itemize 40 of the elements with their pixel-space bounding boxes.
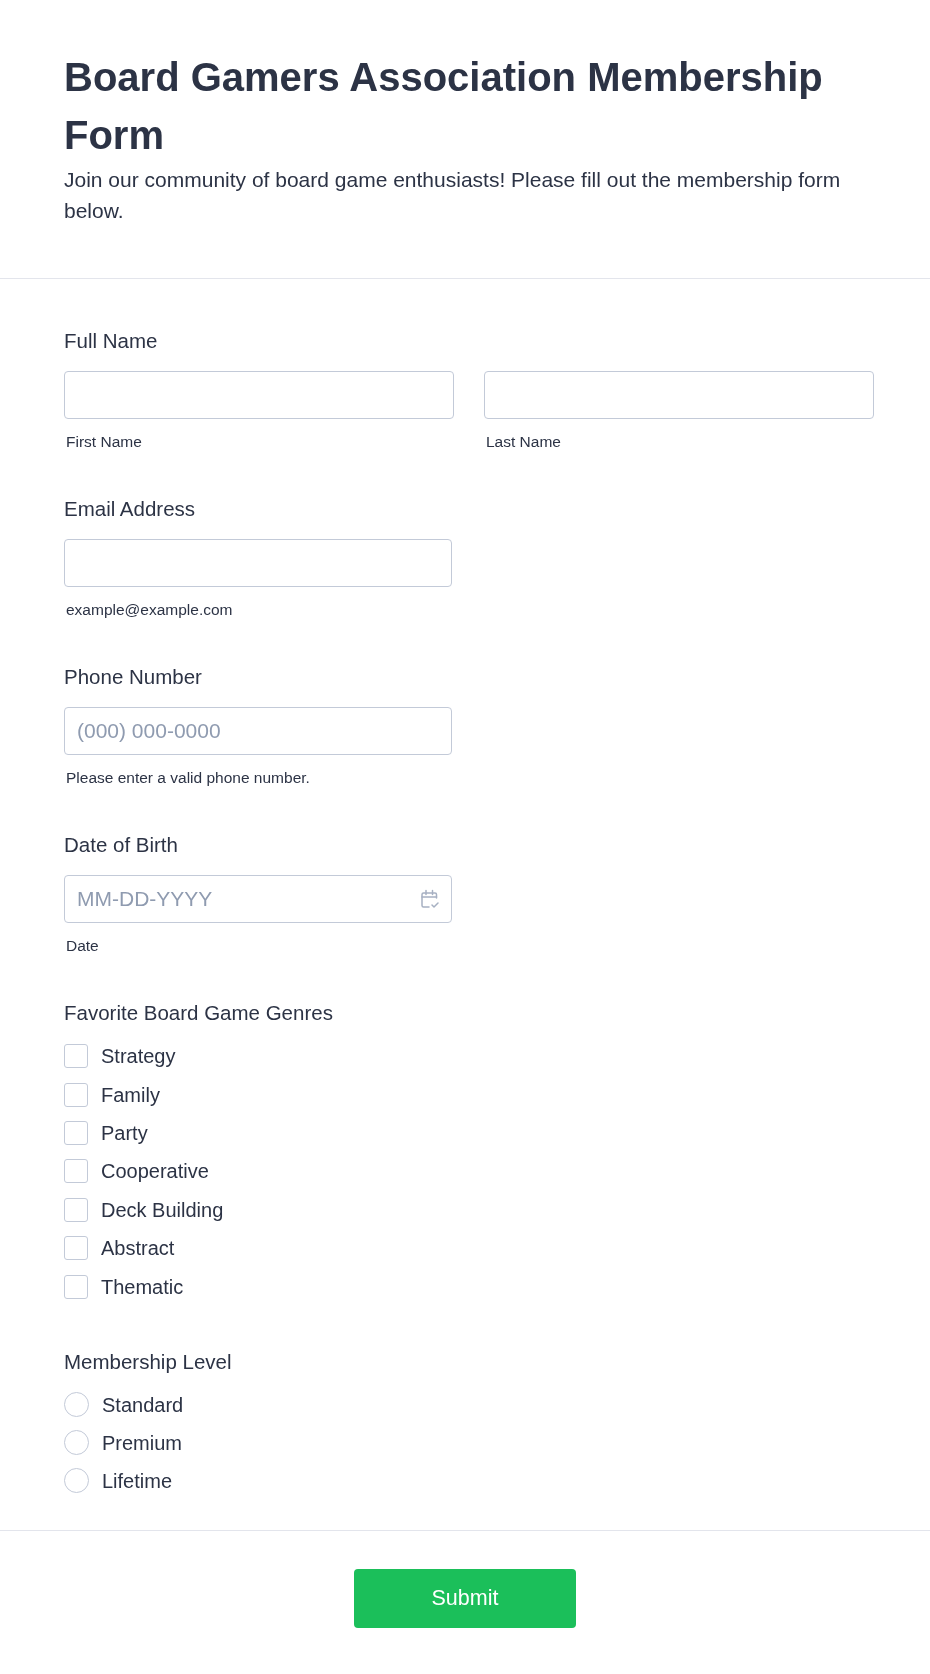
checkbox-label: Strategy	[101, 1044, 176, 1069]
field-sublabel: First Name	[65, 433, 142, 451]
calendar-icon[interactable]	[420, 889, 440, 909]
radio-label: Standard	[102, 1392, 184, 1417]
checkbox[interactable]	[64, 1120, 88, 1145]
radio-label: Premium	[102, 1430, 182, 1455]
field-label: Membership Level	[64, 1349, 232, 1374]
field-label: Full Name	[64, 329, 158, 353]
field-label: Email Address	[64, 497, 196, 521]
field-sublabel: Last Name	[485, 433, 561, 451]
checkbox[interactable]	[64, 1159, 88, 1184]
field-sublabel: Please enter a valid phone number.	[65, 769, 310, 787]
form-description: Join our community of board game enthusiasts! Please fill out the membership form below.	[64, 167, 842, 224]
checkbox[interactable]	[64, 1236, 88, 1261]
checkbox-label: Abstract	[101, 1236, 175, 1261]
submit-button[interactable]: Submit	[354, 1568, 576, 1628]
checkbox[interactable]	[64, 1197, 88, 1222]
text-input-field[interactable]	[64, 539, 452, 587]
field-sublabel: Date	[65, 937, 99, 955]
radio-button[interactable]	[64, 1430, 89, 1456]
field-label: Phone Number	[64, 665, 202, 689]
checkbox-label: Party	[101, 1120, 148, 1145]
radio-label: Lifetime	[102, 1468, 173, 1493]
radio-button[interactable]	[64, 1392, 89, 1418]
date-input-field[interactable]: MM-DD-YYYY	[64, 875, 452, 923]
checkbox[interactable]	[64, 1274, 88, 1299]
checkbox-label: Family	[101, 1082, 160, 1107]
form-title: Board Gamers Association Membership Form	[64, 54, 824, 159]
checkbox-label: Cooperative	[101, 1159, 209, 1184]
checkbox[interactable]	[64, 1044, 88, 1069]
text-input-field[interactable]	[484, 371, 874, 419]
field-label: Favorite Board Game Genres	[64, 1001, 333, 1025]
checkbox[interactable]	[64, 1082, 88, 1107]
radio-button[interactable]	[64, 1468, 89, 1494]
checkbox-label: Deck Building	[101, 1197, 224, 1222]
text-input-field[interactable]	[64, 371, 454, 419]
text-input-field[interactable]: (000) 000-0000	[64, 707, 452, 755]
checkbox-label: Thematic	[101, 1274, 184, 1299]
field-label: Date of Birth	[64, 833, 178, 857]
field-sublabel: example@example.com	[65, 601, 233, 619]
